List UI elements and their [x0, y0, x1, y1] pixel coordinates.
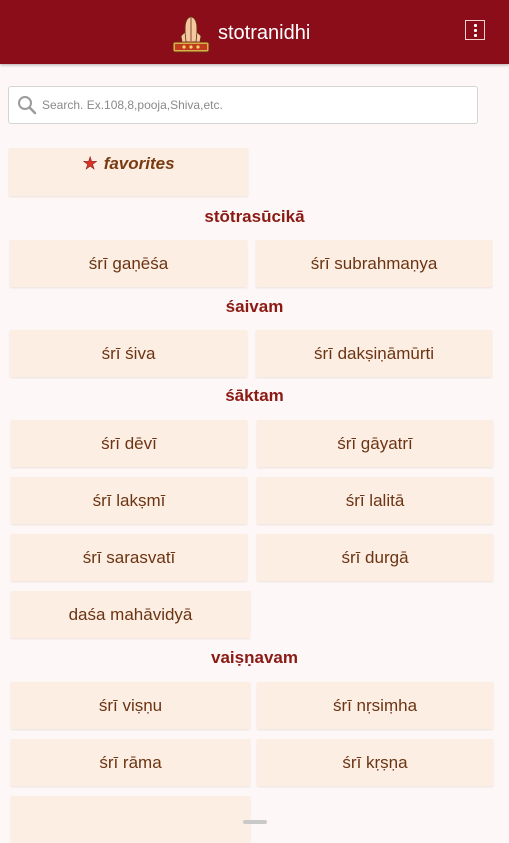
- search-input[interactable]: [42, 88, 467, 122]
- category-tile-partial[interactable]: [11, 796, 250, 843]
- more-vertical-icon-dot: [474, 34, 477, 37]
- category-label: śrī sarasvatī: [82, 547, 176, 567]
- category-tile[interactable]: śrī lalitā: [257, 477, 493, 524]
- category-label: śrī gāyatrī: [337, 433, 413, 453]
- section-heading-vaisnavam: vaiṣṇavam: [211, 648, 298, 667]
- category-tile[interactable]: śrī dakṣiṇāmūrti: [256, 330, 492, 377]
- category-label: śrī durgā: [341, 547, 409, 567]
- category-label: śrī dakṣiṇāmūrti: [314, 343, 434, 363]
- category-label: śrī śiva: [101, 343, 156, 363]
- category-label: śrī dēvī: [101, 433, 157, 453]
- favorites-label: favorites: [103, 154, 175, 173]
- more-options-button[interactable]: [465, 20, 485, 40]
- category-label: śrī viṣṇu: [98, 695, 163, 715]
- category-tile[interactable]: śrī gaṇēśa: [10, 240, 247, 287]
- category-label: śrī lakṣmī: [92, 490, 166, 510]
- category-tile[interactable]: śrī rāma: [11, 739, 250, 786]
- category-tile[interactable]: śrī viṣṇu: [11, 682, 250, 729]
- category-tile[interactable]: śrī sarasvatī: [11, 534, 247, 581]
- search-icon: [18, 96, 37, 115]
- section-heading-saivam: śaivam: [225, 297, 284, 316]
- more-vertical-icon-dot: [474, 29, 477, 32]
- namaste-hands-icon[interactable]: [172, 14, 210, 54]
- category-label: śrī gaṇēśa: [88, 253, 169, 273]
- section-heading-stotrasucika: stōtrasūcikā: [204, 207, 305, 226]
- category-tile[interactable]: śrī nṛsiṃha: [257, 682, 493, 729]
- category-tile[interactable]: śrī lakṣmī: [11, 477, 247, 524]
- category-label: śrī lalitā: [345, 490, 405, 510]
- category-label: daśa mahāvidyā: [68, 604, 193, 624]
- category-tile[interactable]: śrī dēvī: [11, 420, 247, 467]
- scroll-indicator: [243, 820, 267, 824]
- category-label: śrī nṛsiṃha: [332, 695, 418, 715]
- category-label: śrī kṛṣṇa: [342, 752, 408, 772]
- category-tile[interactable]: śrī subrahmaṇya: [256, 240, 492, 287]
- category-tile[interactable]: śrī gāyatrī: [257, 420, 493, 467]
- star-icon: ★: [82, 154, 98, 174]
- category-label: śrī rāma: [99, 752, 162, 772]
- category-label: śrī subrahmaṇya: [310, 253, 438, 273]
- category-tile[interactable]: śrī kṛṣṇa: [257, 739, 493, 786]
- category-tile[interactable]: śrī durgā: [257, 534, 493, 581]
- favorites-button[interactable]: ★ favorites: [9, 148, 248, 196]
- favorites-inner: ★ favorites: [82, 154, 174, 174]
- category-tile[interactable]: daśa mahāvidyā: [11, 591, 250, 638]
- section-heading-saktam: śāktam: [225, 386, 284, 405]
- search-bar[interactable]: [8, 86, 478, 124]
- app-title: stotranidhi: [218, 22, 311, 44]
- app-header: stotranidhi: [0, 0, 509, 64]
- more-vertical-icon: [474, 24, 477, 27]
- category-tile[interactable]: śrī śiva: [10, 330, 247, 377]
